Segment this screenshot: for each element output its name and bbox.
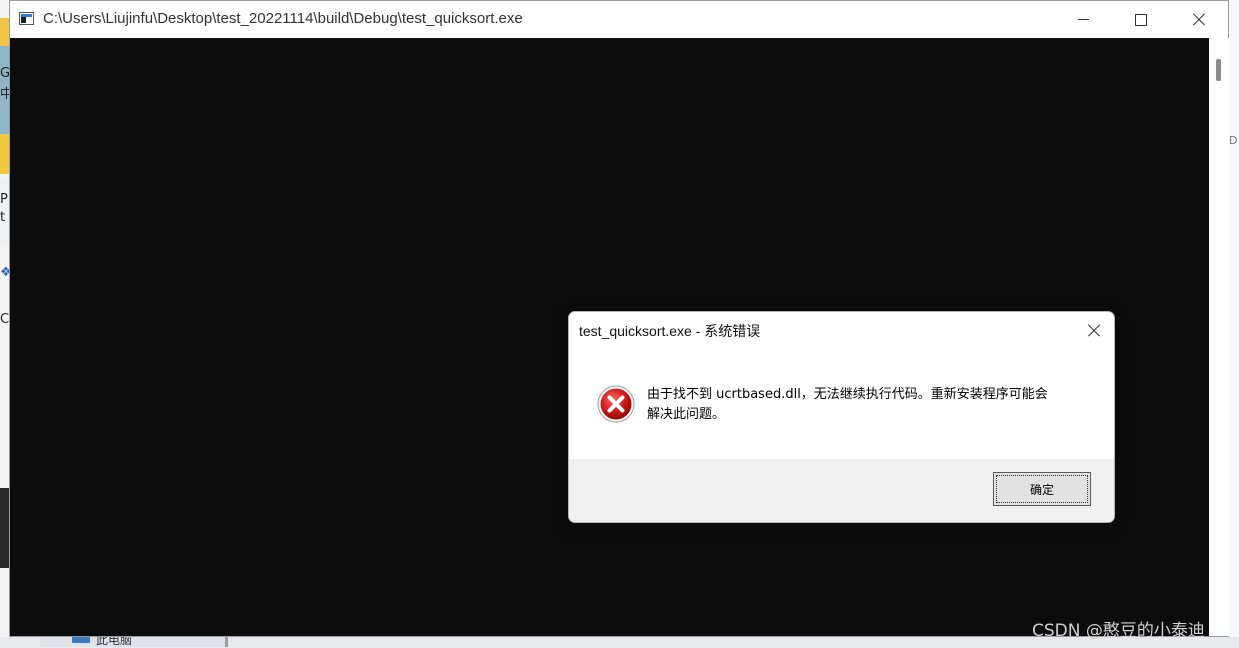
console-title: C:\Users\Liujinfu\Desktop\test_20221114\…: [43, 10, 523, 27]
minimize-icon: [1077, 19, 1089, 20]
background-fragment-text: C: [0, 312, 10, 327]
background-fragment-text: t: [0, 210, 6, 225]
error-dialog: test_quicksort.exe - 系统错误 由于找不到 ucrtbase…: [568, 311, 1115, 523]
maximize-button[interactable]: [1112, 1, 1170, 38]
error-message-line: 解决此问题。: [647, 407, 726, 422]
background-window-right-edge: D: [1229, 0, 1239, 647]
console-scrollbar[interactable]: [1209, 38, 1229, 636]
explorer-nav-pane: 此电脑: [40, 633, 228, 647]
watermark: CSDN @憨豆的小泰迪: [1032, 621, 1205, 641]
console-app-icon[interactable]: [19, 12, 34, 25]
error-message: 由于找不到 ucrtbased.dll，无法继续执行代码。重新安装程序可能会 解…: [647, 385, 1087, 425]
error-icon: [597, 385, 635, 423]
dialog-title: test_quicksort.exe - 系统错误: [579, 323, 761, 339]
console-title-bar[interactable]: C:\Users\Liujinfu\Desktop\test_20221114\…: [10, 1, 1228, 38]
ok-button[interactable]: 确定: [993, 472, 1091, 506]
close-button[interactable]: [1170, 1, 1228, 38]
background-fragment-text: P: [0, 192, 8, 207]
scrollbar-thumb[interactable]: [1216, 59, 1221, 81]
dialog-footer: 确定: [569, 459, 1114, 522]
close-icon: [1087, 324, 1101, 338]
error-message-line: 由于找不到 ucrtbased.dll，无法继续执行代码。重新安装程序可能会: [647, 387, 1048, 402]
close-icon: [1192, 13, 1206, 27]
minimize-button[interactable]: [1054, 1, 1112, 38]
maximize-icon: [1135, 13, 1147, 26]
background-fragment-text: D: [1229, 134, 1238, 147]
dialog-close-button[interactable]: [1079, 318, 1109, 344]
